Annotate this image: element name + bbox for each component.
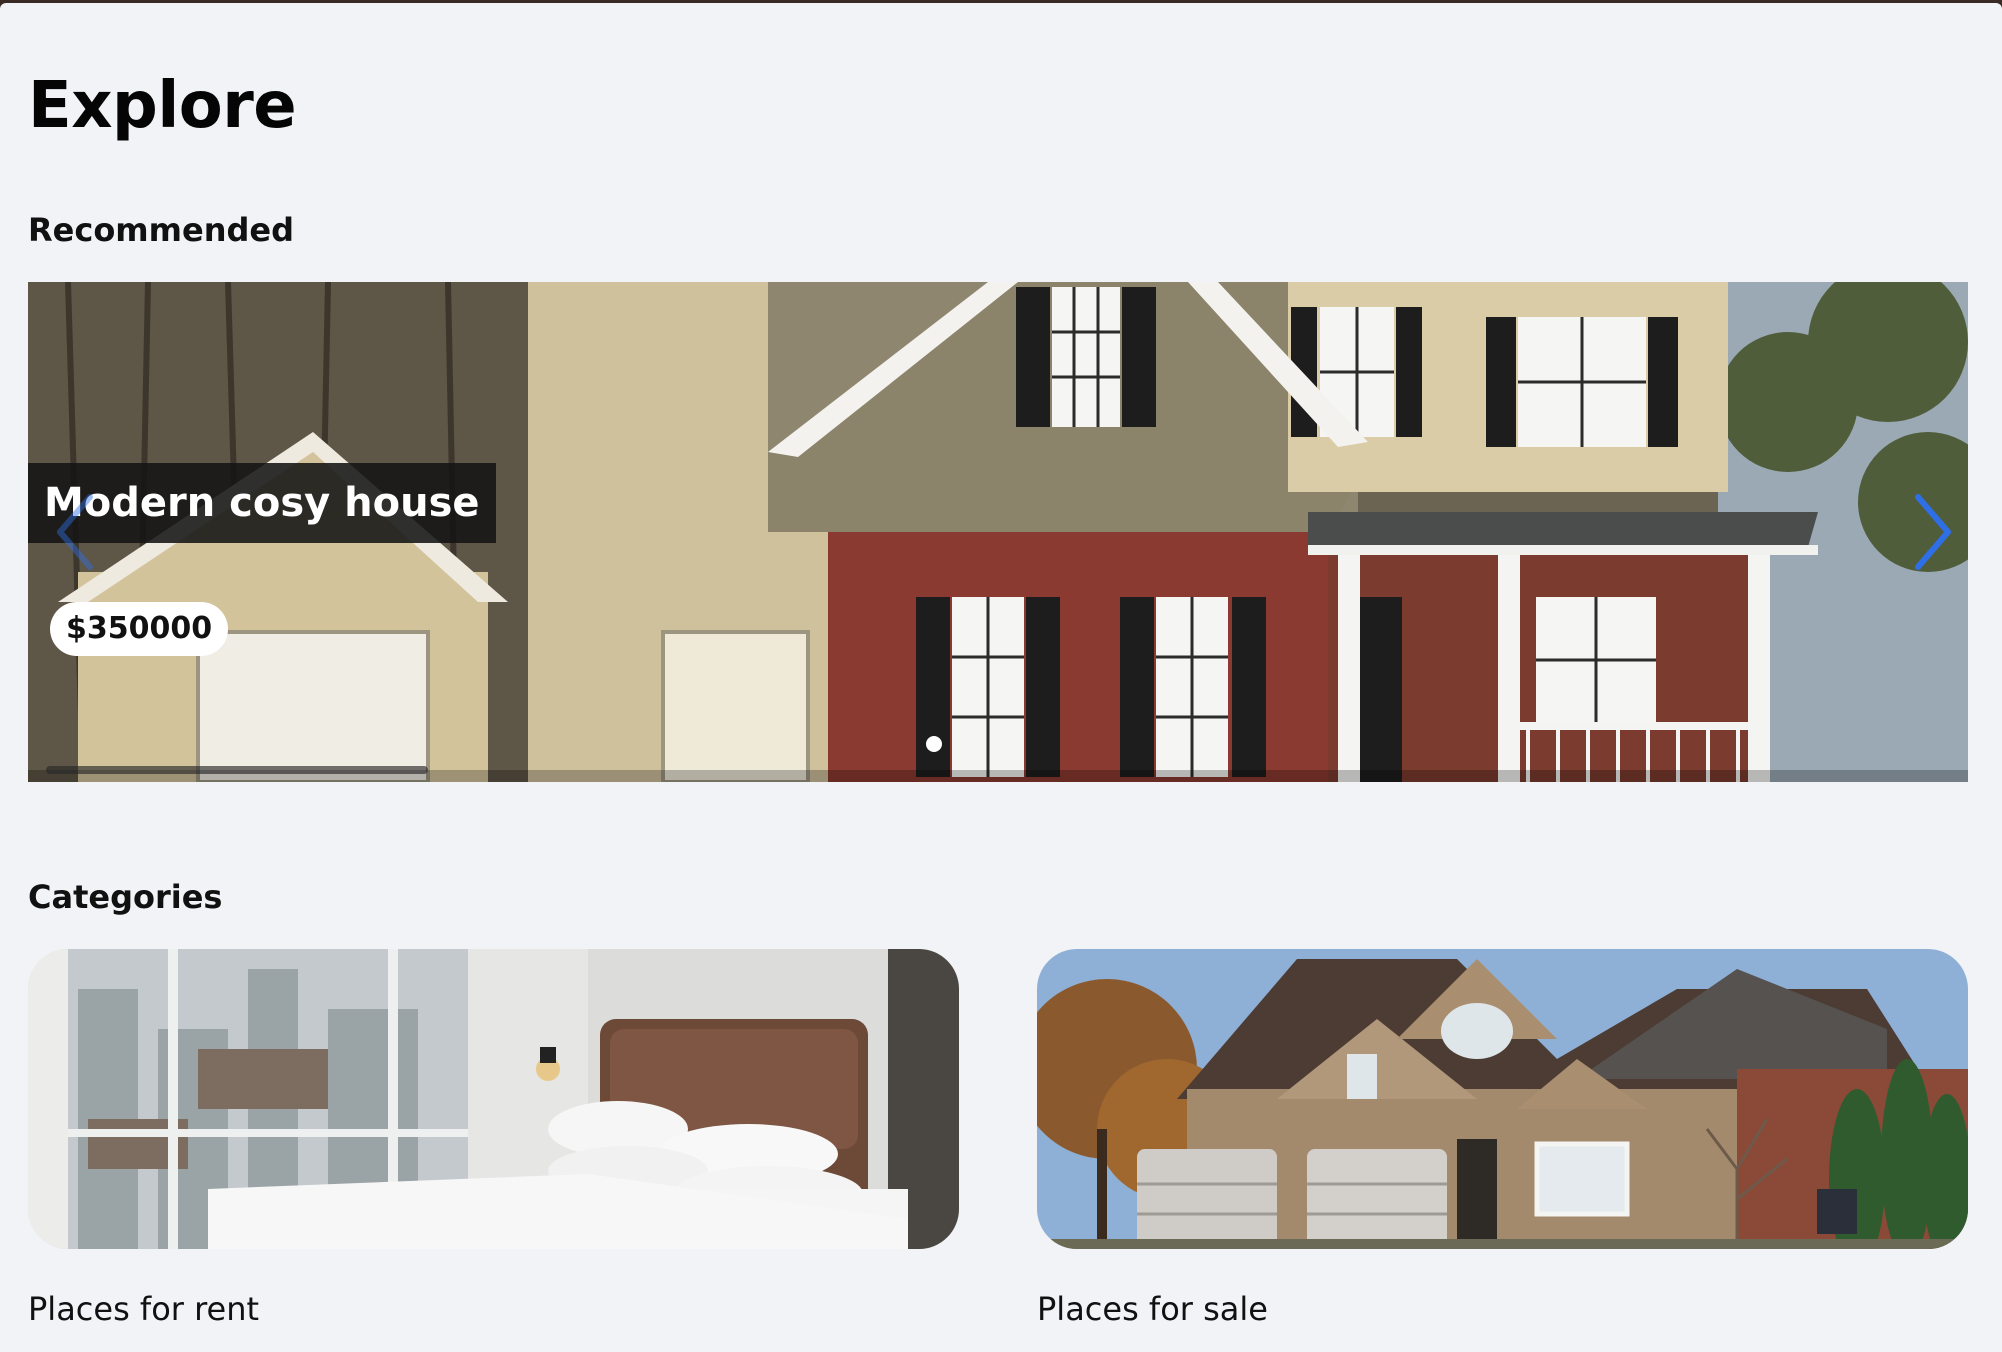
category-card-rent[interactable]	[28, 949, 959, 1249]
chevron-right-icon	[1915, 494, 1951, 570]
carousel-dot-active[interactable]	[926, 736, 942, 752]
brick-house-photo	[1037, 949, 1968, 1249]
carousel-prev-button[interactable]	[48, 487, 108, 577]
explore-page: Explore Recommended Modern cosy house $3…	[0, 3, 2002, 1352]
carousel-next-button[interactable]	[1900, 487, 1960, 577]
recommended-heading: Recommended	[28, 211, 294, 249]
bedroom-photo	[28, 949, 959, 1249]
price-badge: $350000	[50, 602, 229, 656]
chevron-left-icon	[57, 494, 93, 570]
category-card-sale[interactable]	[1037, 949, 1968, 1249]
recommended-carousel[interactable]: Modern cosy house $350000	[28, 282, 1968, 782]
carousel-progress-bar	[46, 766, 428, 774]
category-label-rent[interactable]: Places for rent	[28, 1290, 259, 1328]
category-label-sale[interactable]: Places for sale	[1037, 1290, 1268, 1328]
categories-heading: Categories	[28, 878, 223, 916]
page-title: Explore	[28, 69, 297, 143]
